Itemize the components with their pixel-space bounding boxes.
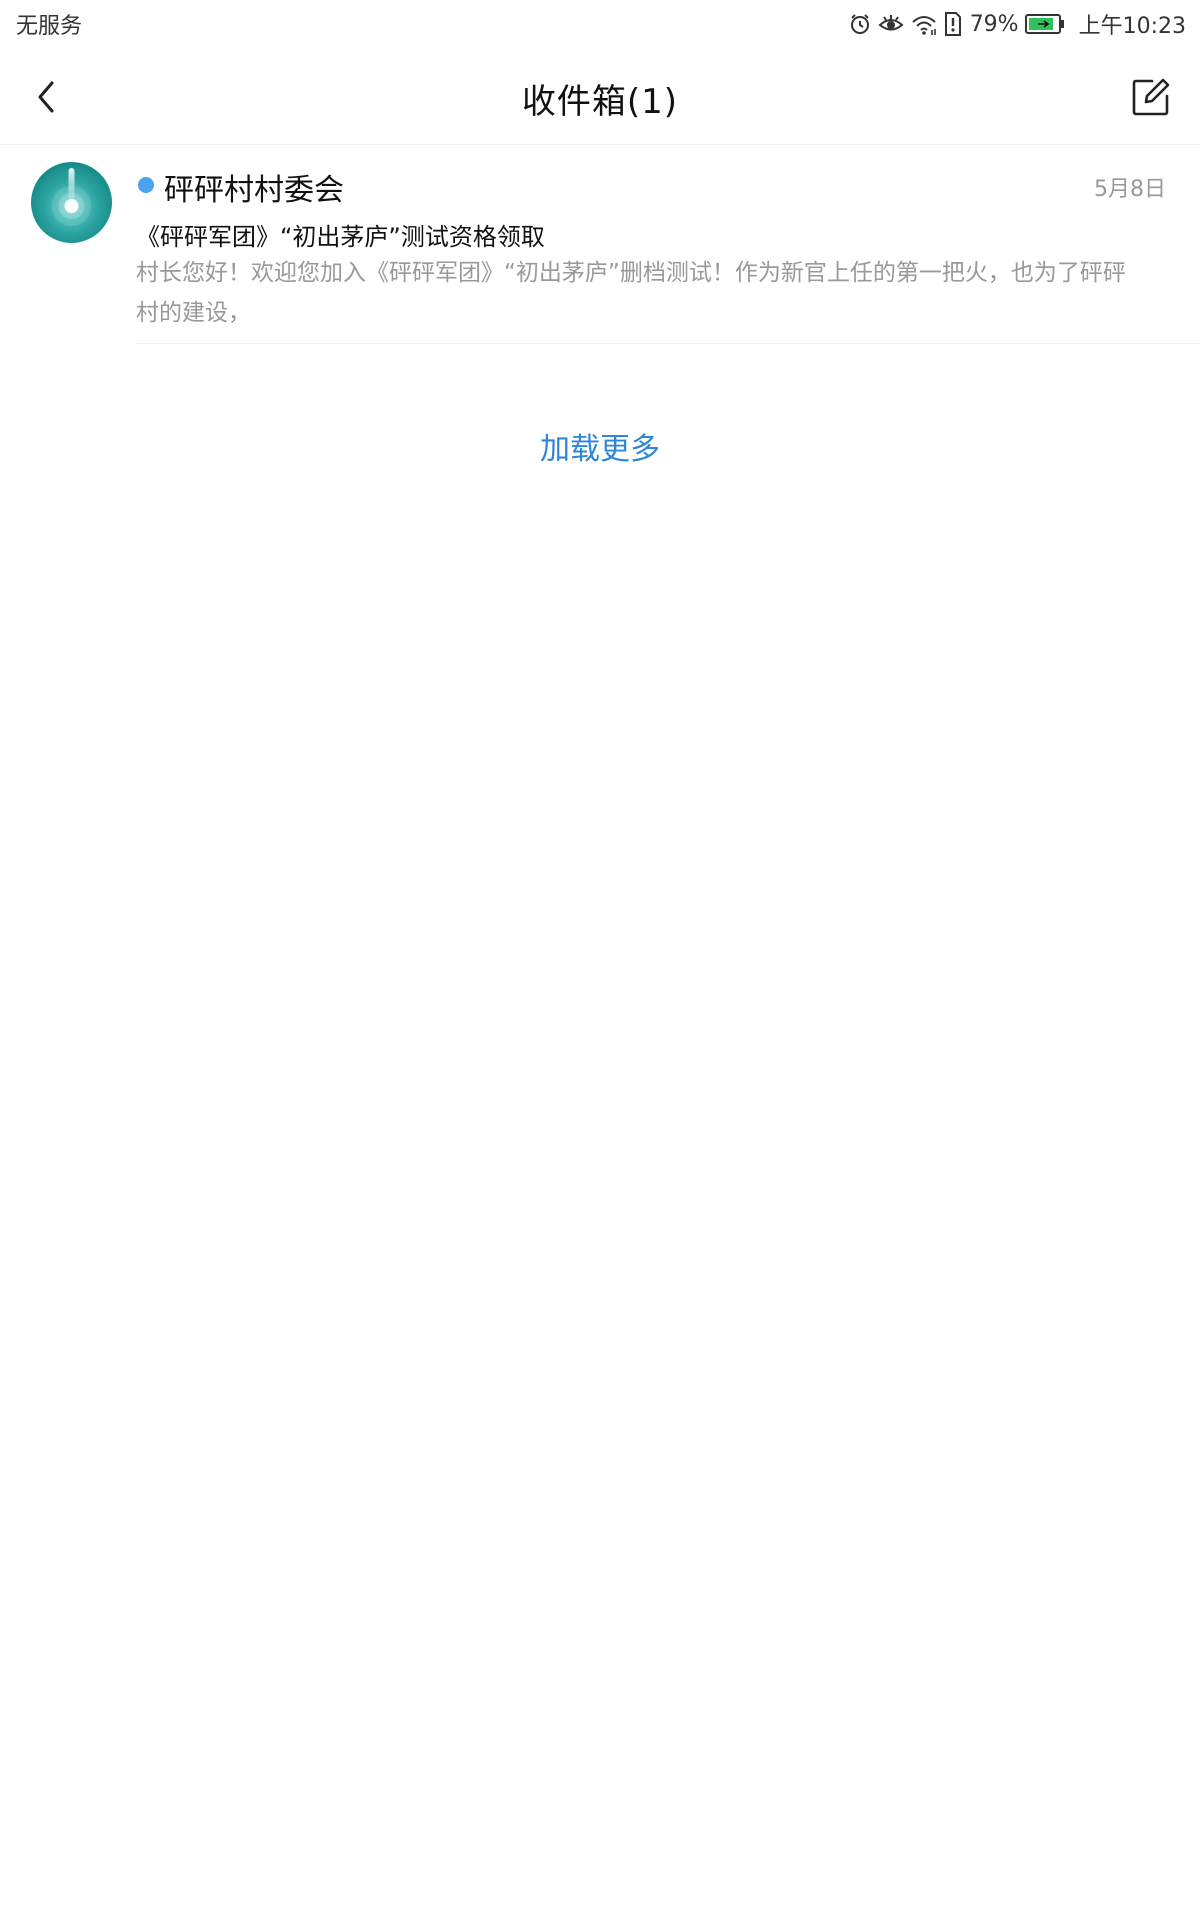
battery-icon — [1024, 13, 1065, 35]
sender-name: 砰砰村村委会 — [164, 173, 344, 208]
page-title: 收件箱(1) — [521, 82, 679, 122]
compose-button[interactable] — [1126, 72, 1176, 122]
header: 收件箱(1) — [0, 50, 1200, 145]
status-bar: 无服务 79% 上午10:23 — [0, 0, 1200, 50]
mail-subject: 《砰砰军团》“初出茅庐”测试资格领取 — [136, 223, 545, 251]
divider — [136, 343, 1200, 344]
sender-avatar — [31, 162, 112, 243]
sim-alert-icon — [944, 11, 962, 37]
eye-comfort-icon — [878, 12, 904, 36]
mail-list-item[interactable]: 砰砰村村委会 5月8日 《砰砰军团》“初出茅庐”测试资格领取 村长您好！欢迎您加… — [0, 145, 1200, 345]
clock: 上午10:23 — [1078, 14, 1186, 39]
load-more-button[interactable]: 加载更多 — [0, 424, 1200, 468]
status-icons: 79% 上午10:23 — [848, 6, 1186, 42]
unread-indicator — [138, 177, 154, 193]
mail-preview: 村长您好！欢迎您加入《砰砰军团》“初出茅庐”删档测试！作为新官上任的第一把火，也… — [136, 260, 1126, 326]
compose-icon — [1132, 78, 1170, 116]
alarm-icon — [848, 12, 872, 36]
carrier-label: 无服务 — [16, 14, 83, 39]
mail-date: 5月8日 — [1094, 177, 1166, 202]
wifi-icon — [910, 12, 938, 36]
battery-percent: 79% — [969, 11, 1019, 37]
